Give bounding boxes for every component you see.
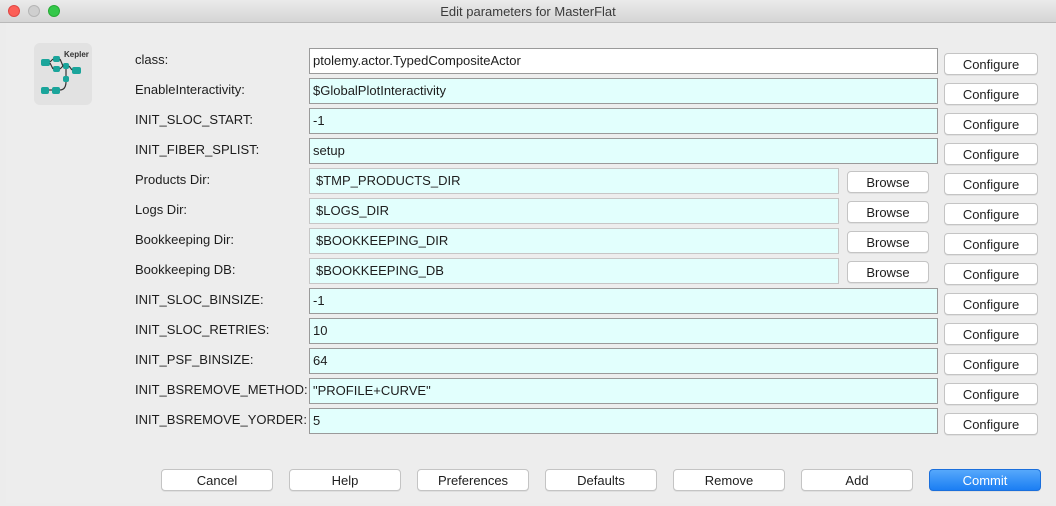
param-value-field[interactable]: $BOOKKEEPING_DIR [309, 228, 839, 254]
add-button[interactable]: Add [801, 469, 913, 491]
param-value-field[interactable]: -1 [309, 108, 938, 134]
configure-button[interactable]: Configure [944, 143, 1038, 165]
param-value-field[interactable]: -1 [309, 288, 938, 314]
param-row: INIT_SLOC_START: -1 Configure [0, 105, 1056, 135]
configure-button[interactable]: Configure [944, 53, 1038, 75]
configure-button[interactable]: Configure [944, 413, 1038, 435]
param-label: INIT_PSF_BINSIZE: [135, 352, 254, 367]
param-label: INIT_SLOC_START: [135, 112, 253, 127]
param-label: Bookkeeping DB: [135, 262, 236, 277]
param-row: INIT_FIBER_SPLIST: setup Configure [0, 135, 1056, 165]
param-value-field[interactable]: $GlobalPlotInteractivity [309, 78, 938, 104]
param-row: Bookkeeping Dir: $BOOKKEEPING_DIR Browse Co… [0, 225, 1056, 255]
configure-button[interactable]: Configure [944, 323, 1038, 345]
configure-button[interactable]: Configure [944, 263, 1038, 285]
param-label: INIT_SLOC_BINSIZE: [135, 292, 264, 307]
param-row: Products Dir: $TMP_PRODUCTS_DIR Browse Conf… [0, 165, 1056, 195]
configure-button[interactable]: Configure [944, 293, 1038, 315]
param-value-field[interactable]: 64 [309, 348, 938, 374]
param-value-field[interactable]: 10 [309, 318, 938, 344]
param-label: INIT_BSREMOVE_YORDER: [135, 412, 307, 427]
param-value-field[interactable]: "PROFILE+CURVE" [309, 378, 938, 404]
browse-button[interactable]: Browse [847, 171, 929, 193]
param-label: EnableInteractivity: [135, 82, 245, 97]
window-title: Edit parameters for MasterFlat [440, 4, 616, 19]
param-value-field[interactable]: setup [309, 138, 938, 164]
param-label: Bookkeeping Dir: [135, 232, 234, 247]
configure-button[interactable]: Configure [944, 233, 1038, 255]
configure-button[interactable]: Configure [944, 203, 1038, 225]
help-button[interactable]: Help [289, 469, 401, 491]
configure-button[interactable]: Configure [944, 383, 1038, 405]
param-row: INIT_SLOC_RETRIES: 10 Configure [0, 315, 1056, 345]
param-value-field[interactable]: 5 [309, 408, 938, 434]
param-row: EnableInteractivity: $GlobalPlotInteracti… [0, 75, 1056, 105]
param-row: INIT_BSREMOVE_METHOD: "PROFILE+CURVE" Conf… [0, 375, 1056, 405]
param-label: INIT_BSREMOVE_METHOD: [135, 382, 308, 397]
param-label: class: [135, 52, 169, 67]
param-value-field[interactable]: $LOGS_DIR [309, 198, 839, 224]
param-label: Products Dir: [135, 172, 211, 187]
configure-button[interactable]: Configure [944, 113, 1038, 135]
commit-button[interactable]: Commit [929, 469, 1041, 491]
configure-button[interactable]: Configure [944, 353, 1038, 375]
param-value-field[interactable]: ptolemy.actor.TypedCompositeActor [309, 48, 938, 74]
preferences-button[interactable]: Preferences [417, 469, 529, 491]
param-label: Logs Dir: [135, 202, 188, 217]
param-row: class: ptolemy.actor.TypedCompositeActor C… [0, 45, 1056, 75]
param-row: INIT_SLOC_BINSIZE: -1 Configure [0, 285, 1056, 315]
param-row: Bookkeeping DB: $BOOKKEEPING_DB Browse Conf… [0, 255, 1056, 285]
defaults-button[interactable]: Defaults [545, 469, 657, 491]
browse-button[interactable]: Browse [847, 231, 929, 253]
param-label: INIT_FIBER_SPLIST: [135, 142, 260, 157]
param-row: Logs Dir: $LOGS_DIR Browse Configure [0, 195, 1056, 225]
remove-button[interactable]: Remove [673, 469, 785, 491]
param-value-field[interactable]: $BOOKKEEPING_DB [309, 258, 839, 284]
cancel-button[interactable]: Cancel [161, 469, 273, 491]
configure-button[interactable]: Configure [944, 83, 1038, 105]
param-row: INIT_BSREMOVE_YORDER: 5 Configure [0, 405, 1056, 435]
configure-button[interactable]: Configure [944, 173, 1038, 195]
param-value-field[interactable]: $TMP_PRODUCTS_DIR [309, 168, 839, 194]
title-bar: Edit parameters for MasterFlat [0, 0, 1056, 23]
browse-button[interactable]: Browse [847, 261, 929, 283]
param-row: INIT_PSF_BINSIZE: 64 Configure [0, 345, 1056, 375]
browse-button[interactable]: Browse [847, 201, 929, 223]
param-label: INIT_SLOC_RETRIES: [135, 322, 270, 337]
